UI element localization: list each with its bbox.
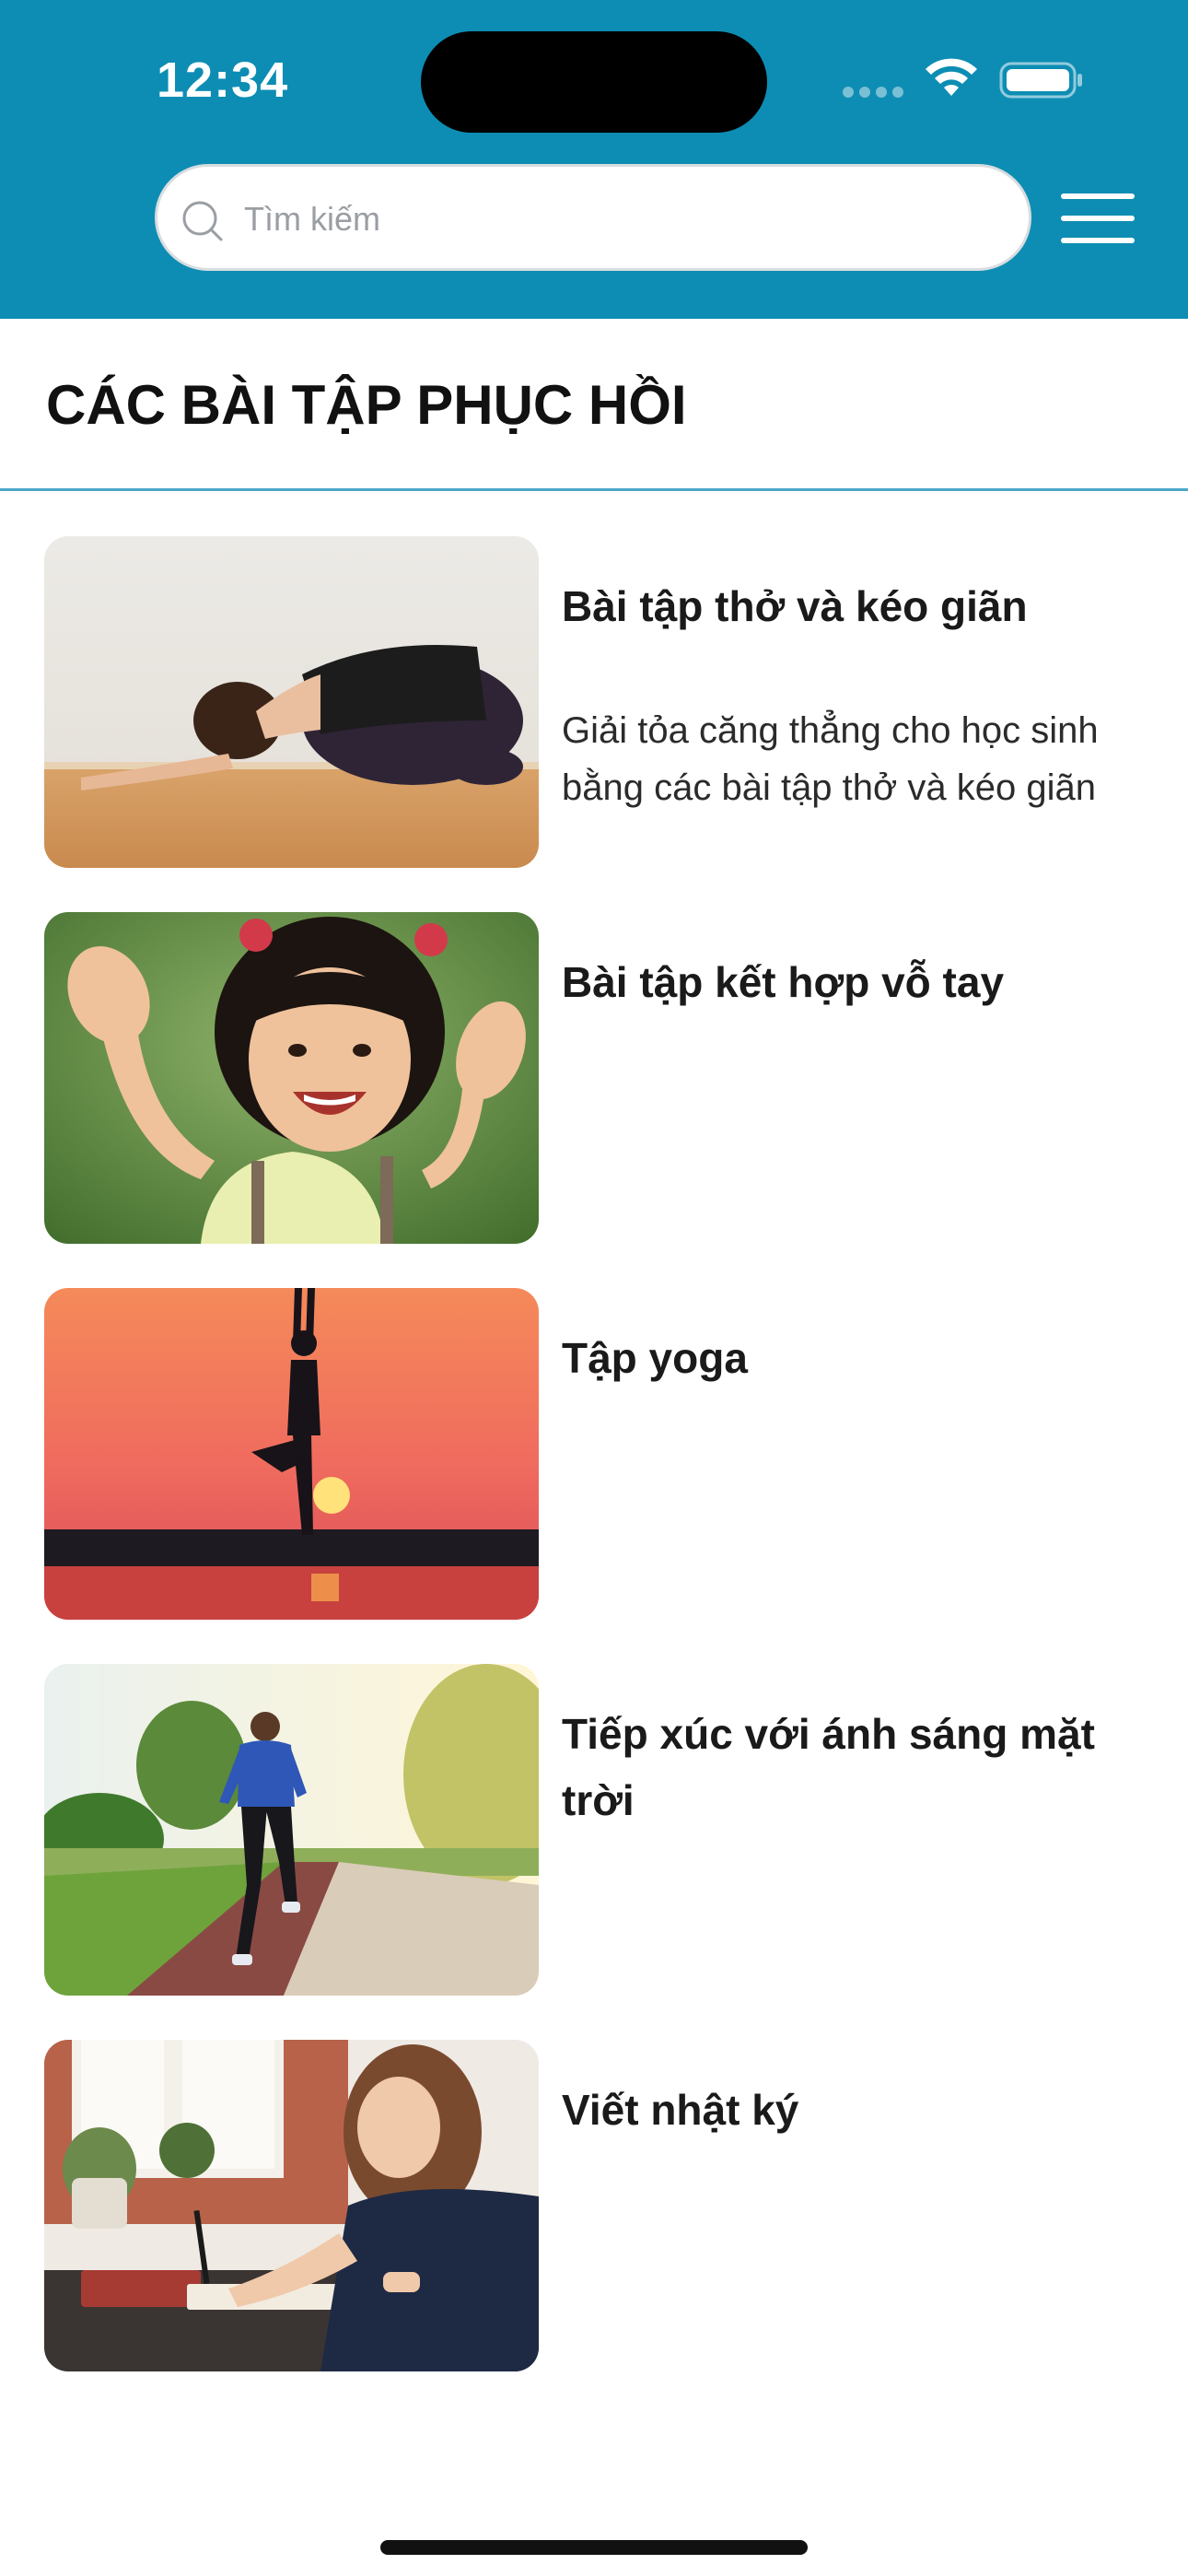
man-jogging-park-photo bbox=[44, 1664, 539, 1996]
exercise-item-journaling[interactable]: Viết nhật ký bbox=[44, 2040, 1149, 2373]
exercise-title: Bài tập kết hợp vỗ tay bbox=[562, 958, 1005, 1006]
search-input[interactable] bbox=[242, 187, 1001, 252]
page-title: CÁC BÀI TẬP PHỤC HỒI bbox=[46, 374, 687, 436]
status-time: 12:34 bbox=[157, 53, 289, 108]
title-divider bbox=[0, 488, 1188, 491]
hamburger-menu-icon[interactable] bbox=[1061, 193, 1135, 245]
search-icon bbox=[182, 201, 223, 241]
app-header: 12:34 bbox=[0, 0, 1188, 319]
woman-writing-journal-photo bbox=[44, 2040, 539, 2371]
wifi-icon bbox=[926, 58, 977, 96]
exercise-item-yoga[interactable]: Tập yoga bbox=[44, 1288, 1149, 1622]
exercise-item-breathing-stretching[interactable]: Bài tập thở và kéo giãn Giải tỏa căng th… bbox=[44, 536, 1149, 870]
exercise-item-sunlight[interactable]: Tiếp xúc với ánh sáng mặt trời bbox=[44, 1664, 1149, 1997]
cellular-signal-icon bbox=[843, 87, 903, 98]
exercise-title: Viết nhật ký bbox=[562, 2086, 799, 2134]
exercise-title: Tiếp xúc với ánh sáng mặt trời bbox=[562, 1710, 1095, 1824]
woman-stretching-child-pose-photo bbox=[44, 536, 539, 868]
dynamic-island bbox=[421, 31, 767, 133]
exercise-item-clapping[interactable]: Bài tập kết hợp vỗ tay bbox=[44, 912, 1149, 1246]
exercise-description: Giải tỏa căng thẳng cho học sinh bằng cá… bbox=[562, 710, 1099, 808]
yoga-silhouette-sunset-photo bbox=[44, 1288, 539, 1620]
battery-icon bbox=[999, 62, 1082, 99]
search-bar[interactable] bbox=[155, 164, 1031, 271]
laughing-girl-clapping-photo bbox=[44, 912, 539, 1244]
screen: 12:34 CÁC BÀI TẬP PHỤC HỒ bbox=[0, 0, 1188, 2576]
exercise-title: Bài tập thở và kéo giãn bbox=[562, 582, 1028, 630]
exercise-title: Tập yoga bbox=[562, 1334, 748, 1382]
home-indicator[interactable] bbox=[380, 2540, 808, 2555]
